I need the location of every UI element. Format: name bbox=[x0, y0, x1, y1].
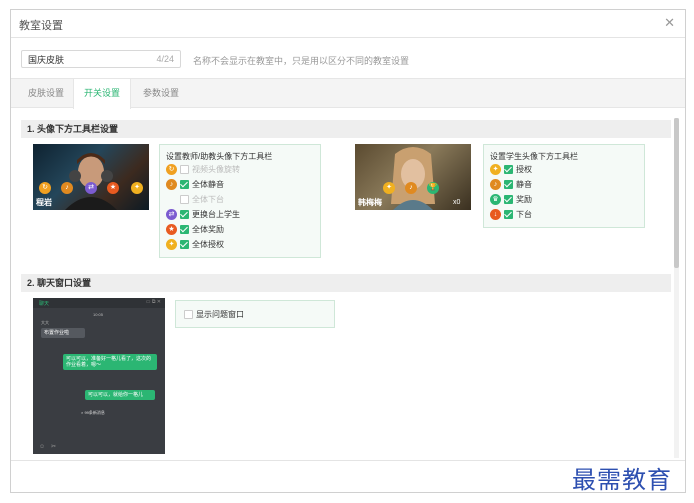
close-icon[interactable]: ✕ bbox=[664, 15, 675, 31]
option-rotate-label: 视频头像旋转 bbox=[192, 164, 240, 174]
chat-bubble-left: 布置作业啦 bbox=[41, 328, 85, 338]
option-authorize-all-checkbox[interactable] bbox=[180, 239, 189, 249]
content-scrollbar[interactable] bbox=[674, 118, 679, 458]
scissors-icon: ✂ bbox=[51, 444, 57, 450]
option-reward[interactable]: ♛ 奖励 bbox=[490, 193, 532, 205]
char-count: 4/24 bbox=[156, 54, 174, 64]
authorize-icon: ✦ bbox=[131, 182, 143, 194]
classroom-settings-dialog: 教室设置 ✕ 国庆皮肤 4/24 名称不会显示在教室中，只是用以区分不同的教室设… bbox=[10, 9, 686, 493]
option-mute-all-checkbox[interactable] bbox=[180, 179, 189, 189]
option-reward-all-label: 全体奖励 bbox=[192, 224, 224, 234]
emoji-icon: ☺ bbox=[39, 444, 46, 450]
student-video-preview: ✦ ♪ 🏆 x0 韩梅梅 bbox=[355, 144, 471, 210]
chat-new-messages: × 99条新消息 bbox=[81, 410, 105, 415]
option-authorize-label: 授权 bbox=[516, 164, 532, 174]
section-chat-title: 2. 聊天窗口设置 bbox=[21, 274, 671, 292]
rotate-icon: ↻ bbox=[166, 163, 177, 175]
teacher-video-preview: ↻ ♪ ⇄ ★ ✦ 程岩 bbox=[33, 144, 149, 210]
swap-icon: ⇄ bbox=[166, 208, 177, 220]
show-question-label: 显示问题窗口 bbox=[196, 309, 244, 319]
option-all-offstage-label: 全体下台 bbox=[192, 194, 224, 204]
settings-name-input[interactable]: 国庆皮肤 4/24 bbox=[21, 50, 181, 68]
dialog-titlebar: 教室设置 ✕ bbox=[11, 10, 685, 38]
mute-icon: ♪ bbox=[490, 178, 501, 190]
chat-username: 大大 bbox=[41, 320, 49, 325]
teacher-toolbar-panel: 设置教师/助教头像下方工具栏 ↻ 视频头像旋转 ♪ 全体静音 全体下台 ⇄ 更换… bbox=[159, 144, 321, 258]
option-rotate-checkbox[interactable] bbox=[180, 164, 189, 174]
chat-window-preview: 聊天 ▭ ⧉ ✕ 10:05 大大 布置作业啦 可以可以，准备好一格儿看了，这次… bbox=[33, 298, 165, 454]
option-all-offstage-checkbox[interactable] bbox=[180, 194, 189, 204]
chat-bubble-right-2: 可以可以，就给你一格儿 bbox=[85, 390, 155, 400]
option-swap-student-checkbox[interactable] bbox=[180, 209, 189, 219]
option-authorize-all[interactable]: ✦ 全体授权 bbox=[166, 238, 224, 250]
chat-option-panel: 显示问题窗口 bbox=[175, 300, 335, 328]
chat-bubble-right-1: 可以可以，准备好一格儿看了，这次的作业看着，嗯～ bbox=[63, 354, 157, 370]
rotate-icon: ↻ bbox=[39, 182, 51, 194]
student-name-label: 韩梅梅 bbox=[358, 198, 382, 207]
option-authorize-checkbox[interactable] bbox=[504, 164, 513, 174]
chat-window-controls-icon: ▭ ⧉ ✕ bbox=[145, 299, 161, 305]
option-mute[interactable]: ♪ 静音 bbox=[490, 178, 532, 190]
tab-switch[interactable]: 开关设置 bbox=[73, 79, 131, 109]
option-all-offstage[interactable]: 全体下台 bbox=[166, 193, 224, 205]
option-offstage[interactable]: ↓ 下台 bbox=[490, 208, 532, 220]
watermark-logo: 最需教育 bbox=[572, 466, 672, 494]
mute-icon: ♪ bbox=[405, 182, 417, 194]
settings-name-value: 国庆皮肤 bbox=[28, 54, 65, 65]
show-question-checkbox[interactable] bbox=[184, 309, 193, 319]
dialog-title: 教室设置 bbox=[19, 20, 63, 32]
mute-icon: ♪ bbox=[166, 178, 177, 190]
option-reward-checkbox[interactable] bbox=[504, 194, 513, 204]
authorize-icon: ✦ bbox=[166, 238, 177, 250]
trophy-icon: ♛ bbox=[490, 193, 501, 205]
option-authorize-all-label: 全体授权 bbox=[192, 239, 224, 249]
option-mute-checkbox[interactable] bbox=[504, 179, 513, 189]
section-toolbar-title: 1. 头像下方工具栏设置 bbox=[21, 120, 671, 138]
tab-params[interactable]: 参数设置 bbox=[135, 79, 187, 108]
swap-icon: ⇄ bbox=[85, 182, 97, 194]
option-reward-all-checkbox[interactable] bbox=[180, 224, 189, 234]
option-offstage-label: 下台 bbox=[516, 209, 532, 219]
option-mute-all-label: 全体静音 bbox=[192, 179, 224, 189]
option-reward-label: 奖励 bbox=[516, 194, 532, 204]
option-reward-all[interactable]: ★ 全体奖励 bbox=[166, 223, 224, 235]
settings-content: 1. 头像下方工具栏设置 ↻ ♪ ⇄ ★ ✦ 程岩 设置教师/助教头像下方工具栏… bbox=[21, 118, 679, 458]
trophy-count: x0 bbox=[453, 199, 461, 206]
authorize-icon: ✦ bbox=[490, 163, 501, 175]
option-swap-student[interactable]: ⇄ 更换台上学生 bbox=[166, 208, 240, 220]
student-toolbar-panel: 设置学生头像下方工具栏 ✦ 授权 ♪ 静音 ♛ 奖励 ↓ 下台 bbox=[483, 144, 645, 228]
teacher-name-label: 程岩 bbox=[36, 198, 52, 207]
option-mute-label: 静音 bbox=[516, 179, 532, 189]
blank-icon bbox=[166, 194, 177, 205]
name-hint: 名称不会显示在教室中，只是用以区分不同的教室设置 bbox=[193, 56, 410, 66]
option-offstage-checkbox[interactable] bbox=[504, 209, 513, 219]
offstage-icon: ↓ bbox=[490, 208, 501, 220]
chat-tab-label: 聊天 bbox=[39, 301, 50, 307]
reward-icon: 🏆 bbox=[427, 182, 439, 194]
chat-time: 10:05 bbox=[93, 312, 104, 317]
authorize-icon: ✦ bbox=[383, 182, 395, 194]
student-panel-title: 设置学生头像下方工具栏 bbox=[490, 152, 578, 161]
reward-icon: ★ bbox=[107, 182, 119, 194]
tab-skin[interactable]: 皮肤设置 bbox=[21, 79, 71, 108]
scroll-thumb[interactable] bbox=[674, 118, 679, 268]
option-swap-student-label: 更换台上学生 bbox=[192, 209, 240, 219]
option-authorize[interactable]: ✦ 授权 bbox=[490, 163, 532, 175]
chat-header: 聊天 ▭ ⧉ ✕ bbox=[33, 298, 165, 308]
mute-icon: ♪ bbox=[61, 182, 73, 194]
option-mute-all[interactable]: ♪ 全体静音 bbox=[166, 178, 224, 190]
settings-tabs: 皮肤设置 开关设置 参数设置 bbox=[11, 78, 685, 109]
teacher-panel-title: 设置教师/助教头像下方工具栏 bbox=[166, 152, 273, 161]
reward-icon: ★ bbox=[166, 223, 177, 235]
option-rotate[interactable]: ↻ 视频头像旋转 bbox=[166, 163, 240, 175]
